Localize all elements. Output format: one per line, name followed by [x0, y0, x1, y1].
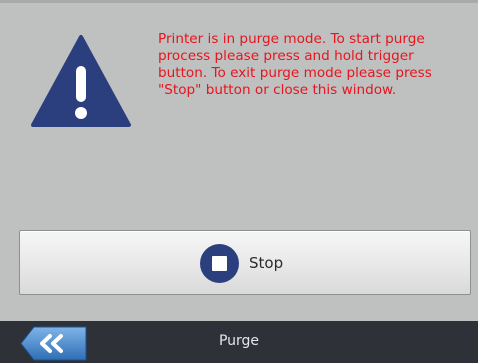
purge-dialog: Printer is in purge mode. To start purge…: [0, 0, 478, 363]
top-divider: [0, 0, 478, 3]
stop-button-label: Stop: [249, 254, 284, 272]
stop-button[interactable]: Stop: [19, 230, 471, 295]
purge-message: Printer is in purge mode. To start purge…: [158, 31, 432, 98]
footer-title: Purge: [218, 333, 260, 349]
warning-icon: [30, 34, 132, 128]
stop-icon: [200, 244, 239, 283]
footer-bar: Purge: [0, 321, 478, 363]
